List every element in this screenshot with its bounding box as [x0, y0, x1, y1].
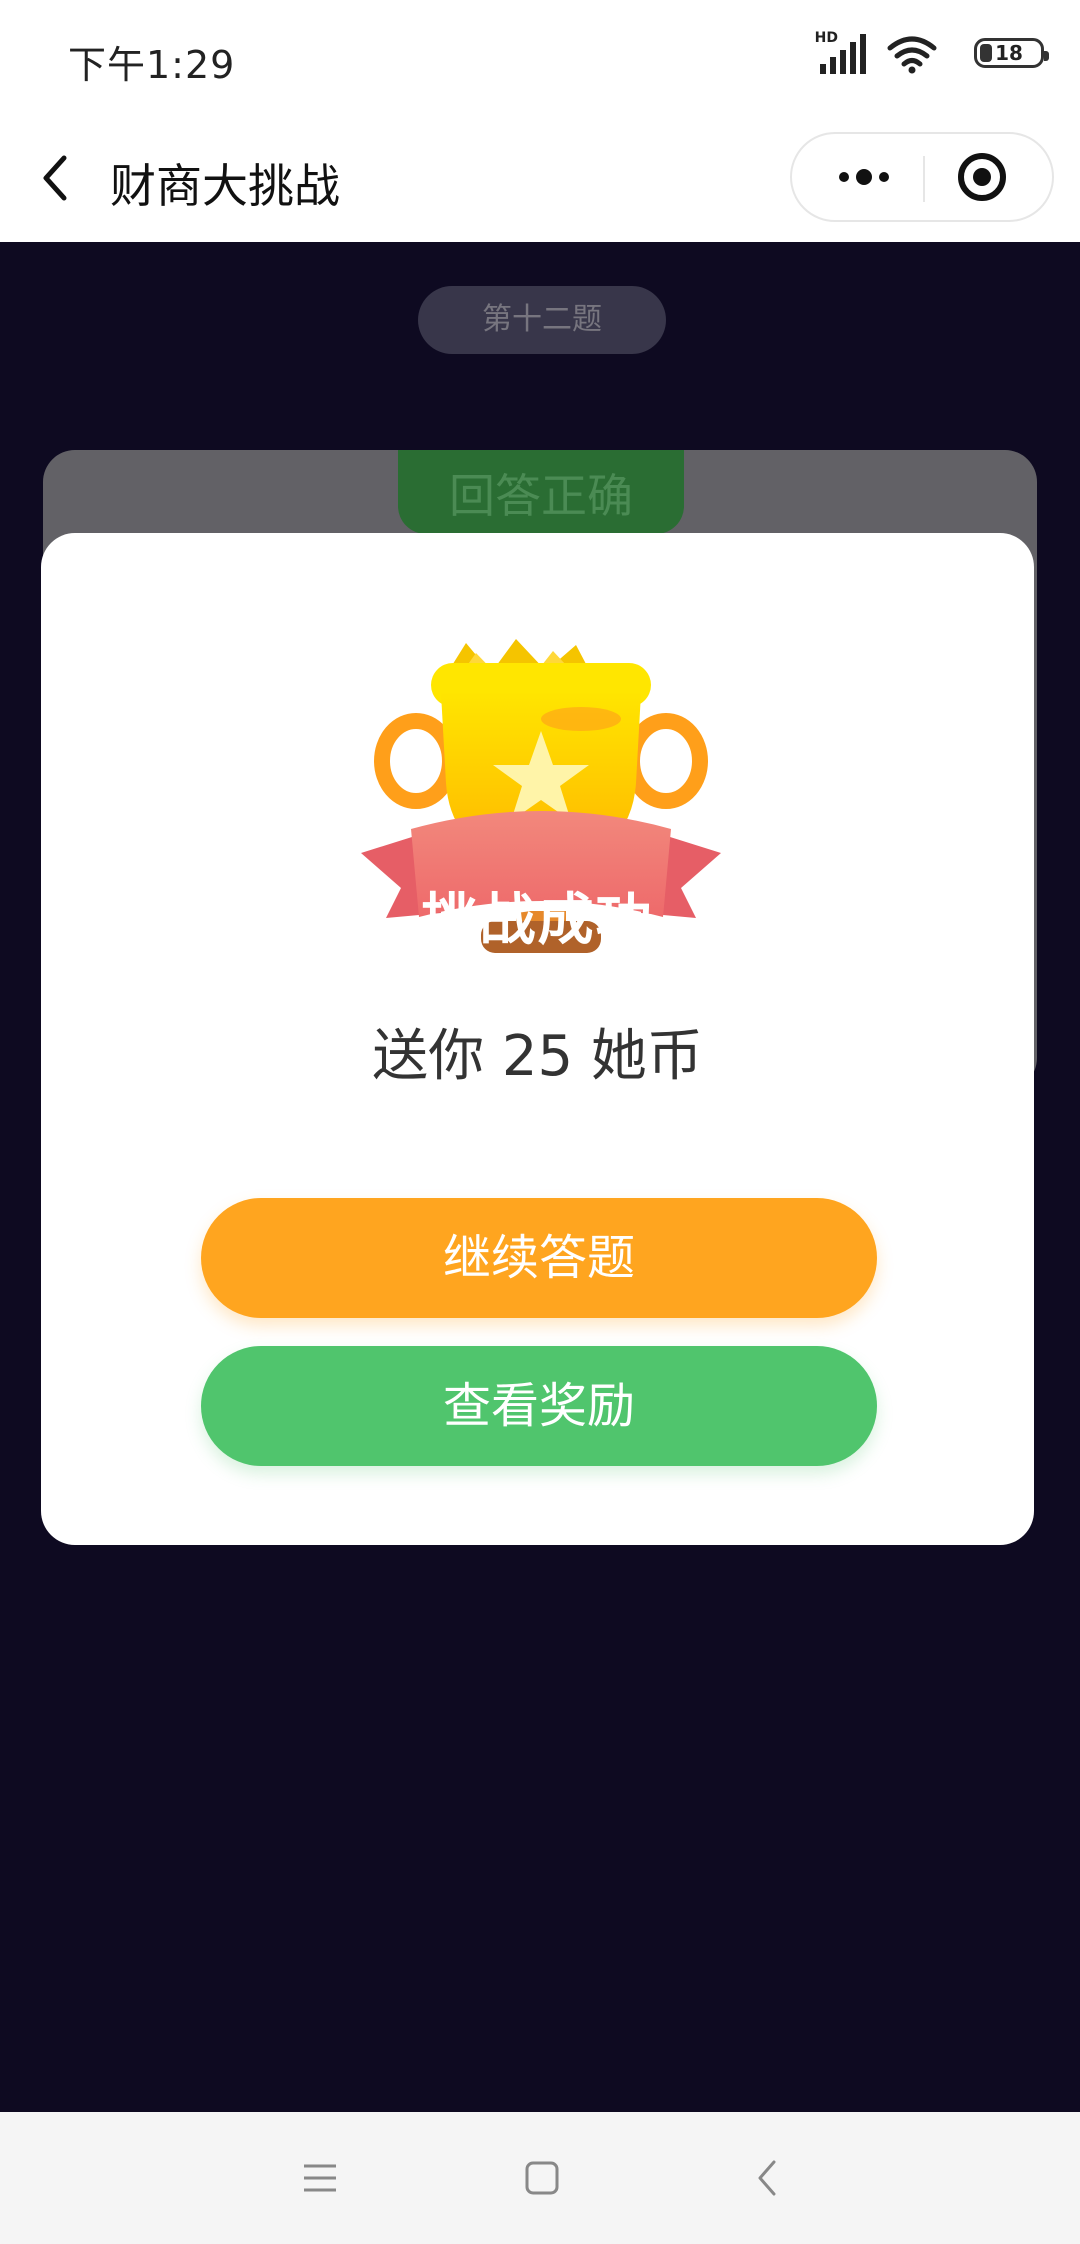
challenge-success-banner: 挑战成功: [421, 888, 654, 953]
status-icons: HD 18: [744, 30, 1049, 74]
capsule-divider: [923, 156, 925, 202]
status-bar: 下午1:29 HD 18: [0, 0, 1080, 112]
back-icon[interactable]: [732, 2142, 804, 2214]
question-number-pill: 第十二题: [418, 286, 666, 354]
answer-result-tab: 回答正确: [398, 450, 684, 534]
page-title: 财商大挑战: [110, 159, 340, 213]
success-modal: 挑战成功 送你 25 她币 继续答题 查看奖励: [41, 533, 1034, 1545]
signal-icon: [820, 34, 866, 74]
continue-answering-button[interactable]: 继续答题: [201, 1198, 877, 1318]
more-icon[interactable]: [814, 134, 914, 220]
wifi-icon: [887, 36, 937, 74]
battery-level: 18: [995, 41, 1023, 65]
home-icon[interactable]: [506, 2142, 578, 2214]
trophy-icon: [361, 639, 721, 953]
mini-program-capsule: [790, 132, 1054, 222]
target-icon[interactable]: [932, 134, 1032, 220]
status-time: 下午1:29: [68, 43, 236, 87]
system-nav-bar: [0, 2112, 1080, 2244]
reward-text: 送你 25 她币: [372, 1024, 703, 1089]
menu-icon[interactable]: [284, 2142, 356, 2214]
battery-icon: 18: [974, 38, 1049, 68]
view-reward-button[interactable]: 查看奖励: [201, 1346, 877, 1466]
nav-bar: 财商大挑战: [0, 112, 1080, 242]
back-icon[interactable]: [30, 148, 86, 208]
